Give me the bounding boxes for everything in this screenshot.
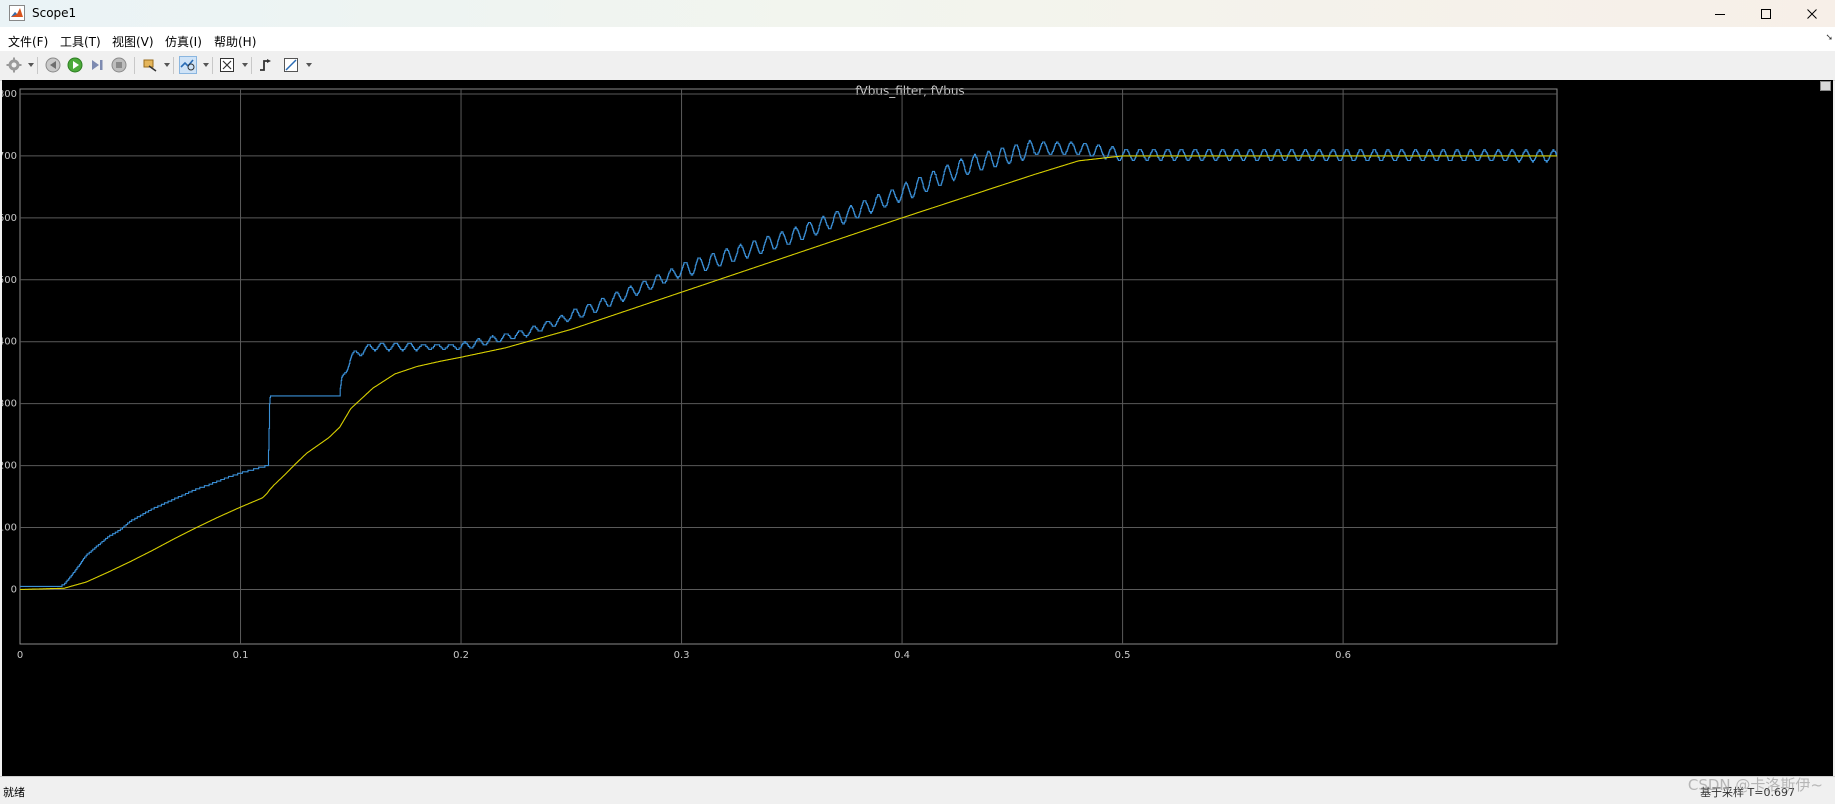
settings-gear-icon[interactable] xyxy=(5,56,23,74)
matlab-icon xyxy=(9,5,25,21)
zoom-axes-icon[interactable] xyxy=(179,56,197,74)
series-line-fvbus xyxy=(20,139,1557,587)
menu-view[interactable]: 视图(V) xyxy=(112,33,154,50)
toolbar-separator xyxy=(212,57,213,74)
triggers-icon[interactable] xyxy=(257,56,275,74)
maximize-icon xyxy=(1761,8,1771,19)
toolbar-separator xyxy=(37,57,38,74)
undock-plot-icon[interactable] xyxy=(1820,81,1831,91)
zoom-dropdown-icon[interactable] xyxy=(203,63,209,67)
title-bar: Scope1 xyxy=(0,0,1835,27)
cursor-dropdown-icon[interactable] xyxy=(306,63,312,67)
csdn-watermark: CSDN @卡洛斯伊~ xyxy=(1687,776,1823,794)
highlight-dropdown-icon[interactable] xyxy=(164,63,170,67)
run-icon[interactable] xyxy=(66,56,84,74)
status-ready-text: 就绪 xyxy=(3,786,25,799)
x-tick-label: 0.5 xyxy=(1115,650,1131,661)
minimize-icon xyxy=(1715,13,1725,15)
y-tick-label: 300 xyxy=(2,399,17,410)
y-tick-label: 700 xyxy=(2,151,17,162)
step-forward-icon[interactable] xyxy=(88,56,106,74)
stop-icon[interactable] xyxy=(110,56,128,74)
x-tick-label: 0.1 xyxy=(233,650,249,661)
menu-help[interactable]: 帮助(H) xyxy=(214,33,256,50)
highlight-simulink-block-icon[interactable] xyxy=(141,56,159,74)
menubar-overflow-icon[interactable]: ➘ xyxy=(1825,33,1833,43)
scope-display[interactable]: fVbus_filter, fVbus 0 0.1 0.2 0.3 0.4 0.5 0.6 0… xyxy=(0,80,1833,776)
menu-file[interactable]: 文件(F) xyxy=(8,33,48,50)
y-tick-label: 800 xyxy=(2,89,17,100)
x-tick-label: 0.2 xyxy=(453,650,469,661)
close-button[interactable] xyxy=(1789,0,1835,27)
status-bar: 就绪 基于采样 T=0.697 xyxy=(0,776,1835,804)
autoscale-icon[interactable] xyxy=(218,56,236,74)
y-tick-label: 0 xyxy=(11,584,17,595)
y-tick-label: 400 xyxy=(2,337,17,348)
close-icon xyxy=(1807,8,1817,19)
toolbar-separator xyxy=(173,57,174,74)
step-back-icon[interactable] xyxy=(44,56,62,74)
plot-frame xyxy=(19,88,1558,645)
menu-simulation[interactable]: 仿真(I) xyxy=(165,33,202,50)
plot-title: fVbus_filter, fVbus xyxy=(855,84,964,98)
y-tick-label: 100 xyxy=(2,523,17,534)
toolbar-separator xyxy=(251,57,252,74)
minimize-button[interactable] xyxy=(1697,0,1743,27)
window-title: Scope1 xyxy=(32,6,77,20)
menu-tools[interactable]: 工具(T) xyxy=(60,33,101,50)
toolbar xyxy=(0,51,1835,81)
x-tick-label: 0 xyxy=(17,650,23,661)
toolbar-separator xyxy=(134,57,135,74)
x-tick-label: 0.6 xyxy=(1335,650,1351,661)
x-tick-label: 0.3 xyxy=(674,650,690,661)
menu-bar: 文件(F) 工具(T) 视图(V) 仿真(I) 帮助(H) ➘ xyxy=(0,27,1835,51)
scope-plot[interactable]: fVbus_filter, fVbus 0 0.1 0.2 0.3 0.4 0.5 0.6 0… xyxy=(0,80,1833,776)
maximize-button[interactable] xyxy=(1743,0,1789,27)
y-tick-label: 500 xyxy=(2,275,17,286)
autoscale-dropdown-icon[interactable] xyxy=(242,63,248,67)
cursor-measurements-icon[interactable] xyxy=(282,56,300,74)
y-tick-label: 200 xyxy=(2,461,17,472)
x-tick-label: 0.4 xyxy=(894,650,910,661)
y-tick-label: 600 xyxy=(2,213,17,224)
series-line-fvbus-filter xyxy=(20,155,1557,591)
settings-dropdown-icon[interactable] xyxy=(28,63,34,67)
